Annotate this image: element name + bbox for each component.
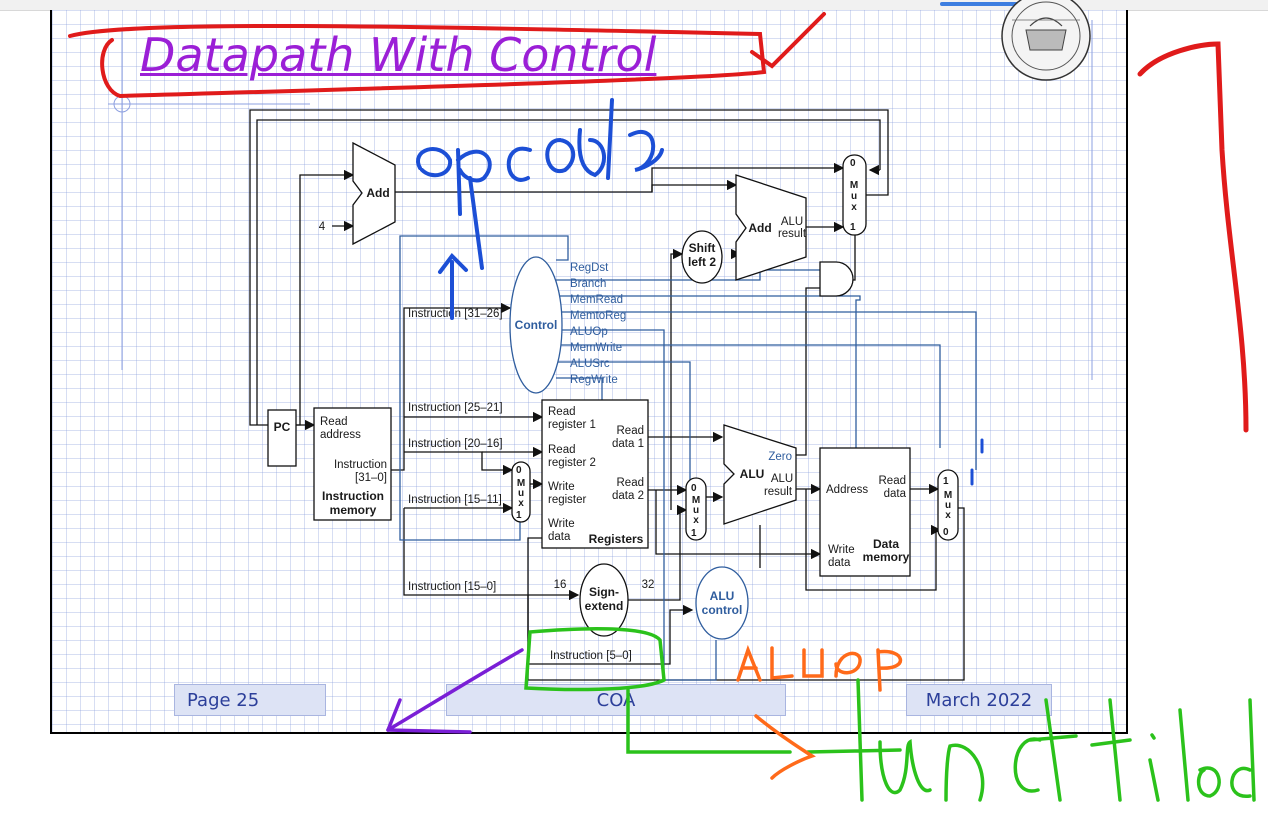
aluop-annotation [736,644,903,780]
red-title-bracket [68,23,767,99]
funct-field-annotation [524,626,1256,802]
red-checkmark [750,12,826,69]
red-side-bracket [1137,41,1249,433]
blue-tick-marks [970,438,984,486]
opcode-annotation [416,98,664,320]
purple-arrow-annotation [386,648,524,734]
handwritten-annotations [68,12,1256,802]
